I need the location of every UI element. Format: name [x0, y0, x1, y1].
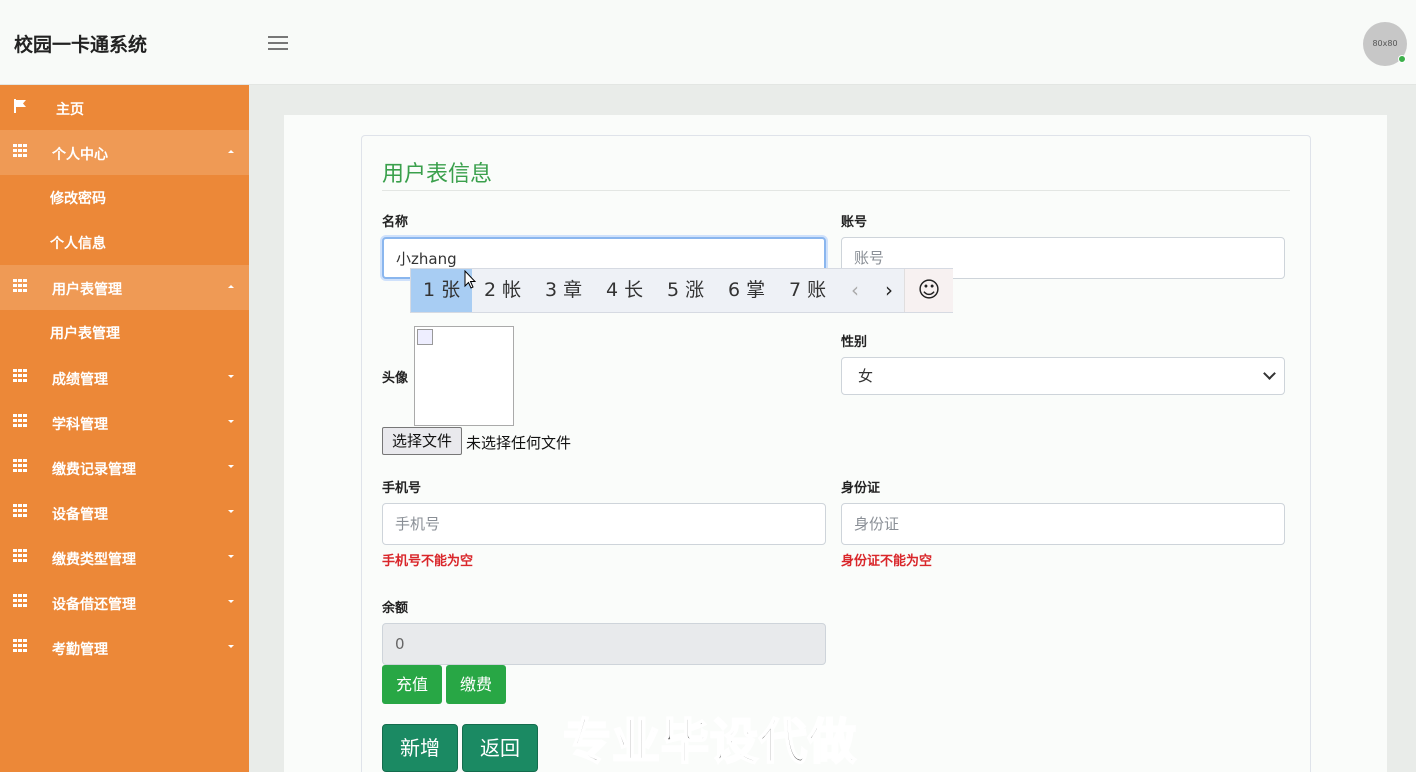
- ime-candidate-5[interactable]: 5 涨: [655, 269, 716, 312]
- ime-candidate-4[interactable]: 4 长: [594, 269, 655, 312]
- sidebar-subitem-label: 修改密码: [50, 191, 106, 207]
- app-title: 校园一卡通系统: [14, 34, 148, 56]
- ime-candidate-7[interactable]: 7 账: [777, 269, 838, 312]
- grid-icon: [13, 639, 27, 653]
- sidebar-item-label: 成绩管理: [52, 372, 108, 388]
- top-header: 校园一卡通系统 80x80: [0, 0, 1416, 85]
- avatar-preview-image: [414, 326, 514, 426]
- phone-input[interactable]: [382, 503, 826, 545]
- chevron-down-icon: [228, 600, 234, 603]
- name-label: 名称: [382, 215, 409, 230]
- grid-icon: [13, 594, 27, 608]
- chevron-down-icon: [228, 645, 234, 648]
- recharge-button[interactable]: 充值: [382, 665, 442, 704]
- ime-candidate-3[interactable]: 3 章: [533, 269, 594, 312]
- chevron-up-icon: [228, 150, 234, 153]
- sidebar-item-payment-record[interactable]: 缴费记录管理: [0, 445, 249, 490]
- sidebar-item-user-table[interactable]: 用户表管理: [0, 265, 249, 310]
- grid-icon: [13, 504, 27, 518]
- ime-candidate-2[interactable]: 2 帐: [472, 269, 533, 312]
- sidebar-item-label: 设备借还管理: [52, 597, 136, 613]
- grid-icon: [13, 414, 27, 428]
- avatar-label: 头像: [382, 371, 409, 386]
- sidebar-item-personal-center[interactable]: 个人中心: [0, 130, 249, 175]
- balance-input: [382, 623, 826, 665]
- gender-label: 性别: [841, 335, 868, 350]
- idcard-label: 身份证: [841, 481, 881, 496]
- sidebar-item-device-borrow[interactable]: 设备借还管理: [0, 580, 249, 625]
- ime-candidate-6[interactable]: 6 掌: [716, 269, 777, 312]
- phone-label: 手机号: [382, 481, 422, 496]
- sidebar-item-label: 个人中心: [52, 147, 108, 163]
- online-status-dot: [1398, 55, 1406, 63]
- ime-candidate-bar: 1 张 2 帐 3 章 4 长 5 涨 6 掌 7 账 ‹ › ☺: [410, 268, 953, 313]
- page-title: 用户表信息: [382, 162, 493, 187]
- back-button[interactable]: 返回: [462, 724, 538, 772]
- sidebar-item-attendance[interactable]: 考勤管理: [0, 625, 249, 670]
- idcard-input[interactable]: [841, 503, 1285, 545]
- title-divider: [382, 190, 1290, 191]
- grid-icon: [13, 279, 27, 293]
- ime-emoji-icon[interactable]: ☺: [904, 269, 953, 312]
- sidebar-item-device[interactable]: 设备管理: [0, 490, 249, 535]
- sidebar-subitem-personal-info[interactable]: 个人信息: [0, 220, 249, 265]
- choose-file-button[interactable]: 选择文件: [382, 427, 462, 455]
- sidebar-item-label: 学科管理: [52, 417, 108, 433]
- gender-select[interactable]: 女: [841, 357, 1285, 395]
- account-label: 账号: [841, 215, 868, 230]
- broken-image-icon: [417, 329, 433, 345]
- gender-selected-value: 女: [858, 367, 874, 385]
- chevron-down-icon: [228, 375, 234, 378]
- watermark-text: 专业毕设代做: [562, 713, 858, 771]
- sidebar-subitem-user-table[interactable]: 用户表管理: [0, 310, 249, 355]
- ime-candidate-1[interactable]: 1 张: [411, 269, 472, 312]
- sidebar-item-label: 缴费记录管理: [52, 462, 136, 478]
- ime-next-page-icon[interactable]: ›: [872, 269, 906, 312]
- sidebar-item-label: 设备管理: [52, 507, 108, 523]
- sidebar-item-label: 考勤管理: [52, 642, 108, 658]
- sidebar-subitem-label: 个人信息: [50, 236, 106, 252]
- sidebar-item-score[interactable]: 成绩管理: [0, 355, 249, 400]
- sidebar-subitem-label: 用户表管理: [50, 326, 120, 342]
- grid-icon: [13, 144, 27, 158]
- sidebar-item-payment-type[interactable]: 缴费类型管理: [0, 535, 249, 580]
- idcard-error: 身份证不能为空: [841, 554, 933, 569]
- flag-icon: [14, 99, 26, 113]
- chevron-up-icon: [228, 285, 234, 288]
- mouse-cursor-icon: [464, 270, 476, 289]
- sidebar-subitem-change-password[interactable]: 修改密码: [0, 175, 249, 220]
- sidebar-item-label: 用户表管理: [52, 282, 122, 298]
- grid-icon: [13, 459, 27, 473]
- grid-icon: [13, 369, 27, 383]
- add-button[interactable]: 新增: [382, 724, 458, 772]
- chevron-down-icon: [228, 465, 234, 468]
- sidebar: 主页 个人中心 修改密码 个人信息 用户表管理 用户表管理 成绩管理 学科管理 …: [0, 85, 249, 772]
- pay-button[interactable]: 缴费: [446, 665, 506, 704]
- sidebar-item-subject[interactable]: 学科管理: [0, 400, 249, 445]
- phone-error: 手机号不能为空: [382, 554, 474, 569]
- file-status-text: 未选择任何文件: [466, 434, 572, 452]
- sidebar-item-home[interactable]: 主页: [0, 85, 249, 130]
- sidebar-item-label: 主页: [56, 102, 84, 118]
- menu-toggle-icon[interactable]: [266, 32, 290, 54]
- chevron-down-icon: [228, 420, 234, 423]
- grid-icon: [13, 549, 27, 563]
- chevron-down-icon: [1263, 367, 1276, 380]
- chevron-down-icon: [228, 510, 234, 513]
- ime-prev-page-icon[interactable]: ‹: [838, 269, 872, 312]
- sidebar-item-label: 缴费类型管理: [52, 552, 136, 568]
- chevron-down-icon: [228, 555, 234, 558]
- balance-label: 余额: [382, 601, 409, 616]
